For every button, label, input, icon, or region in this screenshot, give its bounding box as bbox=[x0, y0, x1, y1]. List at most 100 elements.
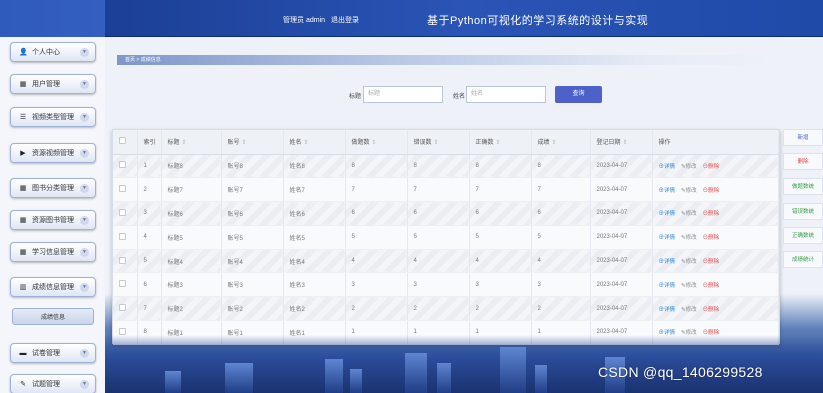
edit-button[interactable]: ✎修改 bbox=[681, 307, 697, 313]
sidebar-item-7[interactable]: ▥ 成绩信息管理 ▼ bbox=[10, 277, 96, 297]
edit-button[interactable]: ✎修改 bbox=[681, 235, 697, 241]
column-header[interactable]: 姓名 ⇕ bbox=[283, 130, 346, 155]
table-cell: 8 bbox=[345, 154, 408, 179]
table-row[interactable]: 7 标题2 账号2 姓名2 2 2 2 2 2023-04-07 ⊕详情 ✎修改 ⊖删除 bbox=[113, 296, 779, 322]
edit-button[interactable]: ✎修改 bbox=[681, 259, 697, 265]
delete-button[interactable]: ⊖删除 bbox=[703, 164, 720, 170]
user-icon: 👤 bbox=[19, 49, 28, 56]
edit-button[interactable]: ✎修改 bbox=[681, 164, 697, 170]
table-cell: 5 bbox=[531, 225, 591, 250]
sidebar-item-4[interactable]: ▦ 图书分类管理 ▼ bbox=[10, 178, 96, 198]
detail-button[interactable]: ⊕详情 bbox=[659, 188, 676, 194]
sidebar-item-9[interactable]: ▬ 试卷管理 ▼ bbox=[10, 343, 96, 363]
row-select-cell[interactable] bbox=[113, 177, 138, 203]
table-row[interactable]: 2 标题7 账号7 姓名7 7 7 7 7 2023-04-07 ⊕详情 ✎修改 ⊖删除 bbox=[113, 177, 779, 203]
grid-icon: ▦ bbox=[19, 185, 27, 192]
name-search-input[interactable]: 姓名 bbox=[466, 86, 546, 103]
detail-button[interactable]: ⊕详情 bbox=[659, 307, 676, 313]
column-header[interactable]: 登记日期 ⇕ bbox=[590, 130, 653, 155]
row-checkbox[interactable] bbox=[119, 280, 126, 288]
detail-button[interactable]: ⊕详情 bbox=[659, 259, 676, 265]
sort-icon[interactable]: ⇕ bbox=[496, 140, 501, 146]
side-action-button[interactable]: 做题数统 bbox=[783, 178, 823, 195]
delete-button[interactable]: ⊖删除 bbox=[703, 307, 720, 313]
logout-link[interactable]: 退出登录 bbox=[331, 17, 359, 24]
column-header[interactable]: 正确数 ⇕ bbox=[469, 130, 532, 155]
delete-button[interactable]: ⊖删除 bbox=[703, 235, 720, 241]
table-row[interactable]: 6 标题3 账号3 姓名3 3 3 3 3 2023-04-07 ⊕详情 ✎修改 ⊖删除 bbox=[113, 272, 779, 298]
select-all-checkbox[interactable] bbox=[119, 137, 126, 145]
csdn-watermark: CSDN @qq_1406299528 bbox=[598, 364, 763, 380]
sidebar-item-1[interactable]: ▦ 用户管理 ▼ bbox=[10, 74, 96, 94]
row-checkbox[interactable] bbox=[119, 161, 126, 169]
row-select-cell[interactable] bbox=[113, 225, 138, 250]
column-header[interactable]: 标题 ⇕ bbox=[161, 130, 222, 155]
side-action-button[interactable]: 正确数统 bbox=[783, 227, 823, 244]
sort-icon[interactable]: ⇕ bbox=[372, 140, 377, 146]
row-select-cell[interactable] bbox=[113, 249, 138, 274]
table-row[interactable]: 5 标题4 账号4 姓名4 4 4 4 4 2023-04-07 ⊕详情 ✎修改 ⊖删除 bbox=[113, 249, 779, 274]
sidebar-item-2[interactable]: ☰ 视频类型管理 ▼ bbox=[10, 107, 96, 127]
table-cell: 8 bbox=[407, 154, 470, 179]
side-action-button[interactable]: 错误数统 bbox=[783, 203, 823, 220]
sidebar-item-label: 成绩信息管理 bbox=[32, 284, 74, 291]
sidebar-item-0[interactable]: 👤 个人中心 ▼ bbox=[10, 42, 96, 62]
column-header[interactable]: 操作 bbox=[652, 130, 779, 155]
column-header[interactable]: 错误数 ⇕ bbox=[407, 130, 470, 155]
sort-icon[interactable]: ⇕ bbox=[182, 140, 187, 146]
row-checkbox[interactable] bbox=[119, 304, 126, 312]
sidebar-item-6[interactable]: ▦ 学习信息管理 ▼ bbox=[10, 242, 96, 262]
side-action-button[interactable]: 新增 bbox=[783, 129, 823, 146]
sidebar-item-5[interactable]: ▦ 资源图书管理 ▼ bbox=[10, 210, 96, 230]
table-row[interactable]: 4 标题5 账号5 姓名5 5 5 5 5 2023-04-07 ⊕详情 ✎修改 ⊖删除 bbox=[113, 225, 779, 250]
row-checkbox[interactable] bbox=[119, 208, 126, 216]
table-cell: 5 bbox=[137, 249, 162, 274]
row-select-cell[interactable] bbox=[113, 296, 138, 322]
detail-button[interactable]: ⊕详情 bbox=[659, 235, 676, 241]
sort-icon[interactable]: ⇕ bbox=[623, 140, 628, 146]
sidebar-item-10[interactable]: ✎ 试题管理 ▼ bbox=[10, 374, 96, 393]
table-cell: 姓名5 bbox=[283, 225, 346, 250]
detail-button[interactable]: ⊕详情 bbox=[659, 211, 676, 217]
detail-button[interactable]: ⊕详情 bbox=[659, 164, 676, 170]
side-action-button[interactable]: 成绩统计 bbox=[783, 251, 823, 268]
delete-button[interactable]: ⊖删除 bbox=[703, 283, 720, 289]
row-checkbox[interactable] bbox=[119, 256, 126, 264]
search-button[interactable]: 查询 bbox=[555, 86, 602, 103]
table-row[interactable]: 3 标题6 账号6 姓名6 6 6 6 6 2023-04-07 ⊕详情 ✎修改 ⊖删除 bbox=[113, 201, 779, 226]
edit-button[interactable]: ✎修改 bbox=[681, 188, 697, 194]
column-header[interactable]: 做题数 ⇕ bbox=[345, 130, 408, 155]
row-checkbox[interactable] bbox=[119, 185, 126, 193]
edit-button[interactable]: ✎修改 bbox=[681, 211, 697, 217]
sidebar-item-3[interactable]: ▶ 资源视频管理 ▼ bbox=[10, 143, 96, 163]
sort-icon[interactable]: ⇕ bbox=[434, 140, 439, 146]
column-header[interactable]: 成绩 ⇕ bbox=[531, 130, 591, 155]
side-action-button[interactable]: 删除 bbox=[783, 153, 823, 170]
breadcrumb: 首页 > 成绩信息 bbox=[117, 55, 787, 65]
column-header[interactable]: 账号 ⇕ bbox=[221, 130, 284, 155]
row-select-cell[interactable] bbox=[113, 154, 138, 179]
delete-button[interactable]: ⊖删除 bbox=[703, 259, 720, 265]
sort-icon[interactable]: ⇕ bbox=[552, 140, 557, 146]
sidebar-item-8[interactable]: 成绩信息 bbox=[12, 308, 94, 325]
table-cell: 4 bbox=[469, 249, 532, 274]
column-header[interactable]: 索引 bbox=[137, 130, 162, 155]
table-row[interactable]: 1 标题8 账号8 姓名8 8 8 8 8 2023-04-07 ⊕详情 ✎修改 ⊖删除 bbox=[113, 154, 779, 179]
row-select-cell[interactable] bbox=[113, 201, 138, 226]
admin-info: 管理员 admin 退出登录 bbox=[283, 15, 363, 25]
sort-icon[interactable]: ⇕ bbox=[242, 140, 247, 146]
row-checkbox[interactable] bbox=[119, 327, 126, 335]
row-actions: ⊕详情 ✎修改 ⊖删除 bbox=[652, 272, 779, 298]
delete-button[interactable]: ⊖删除 bbox=[703, 188, 720, 194]
detail-button[interactable]: ⊕详情 bbox=[659, 283, 676, 289]
row-checkbox[interactable] bbox=[119, 232, 126, 240]
table-cell: 账号5 bbox=[221, 225, 284, 250]
delete-button[interactable]: ⊖删除 bbox=[703, 211, 720, 217]
sort-icon[interactable]: ⇕ bbox=[304, 140, 309, 146]
row-select-cell[interactable] bbox=[113, 272, 138, 298]
edit-button[interactable]: ✎修改 bbox=[681, 283, 697, 289]
title-search-input[interactable]: 标题 bbox=[363, 86, 443, 103]
select-all-header[interactable] bbox=[113, 130, 138, 155]
table-cell: 2023-04-07 bbox=[590, 154, 653, 179]
table-cell: 3 bbox=[137, 201, 162, 226]
